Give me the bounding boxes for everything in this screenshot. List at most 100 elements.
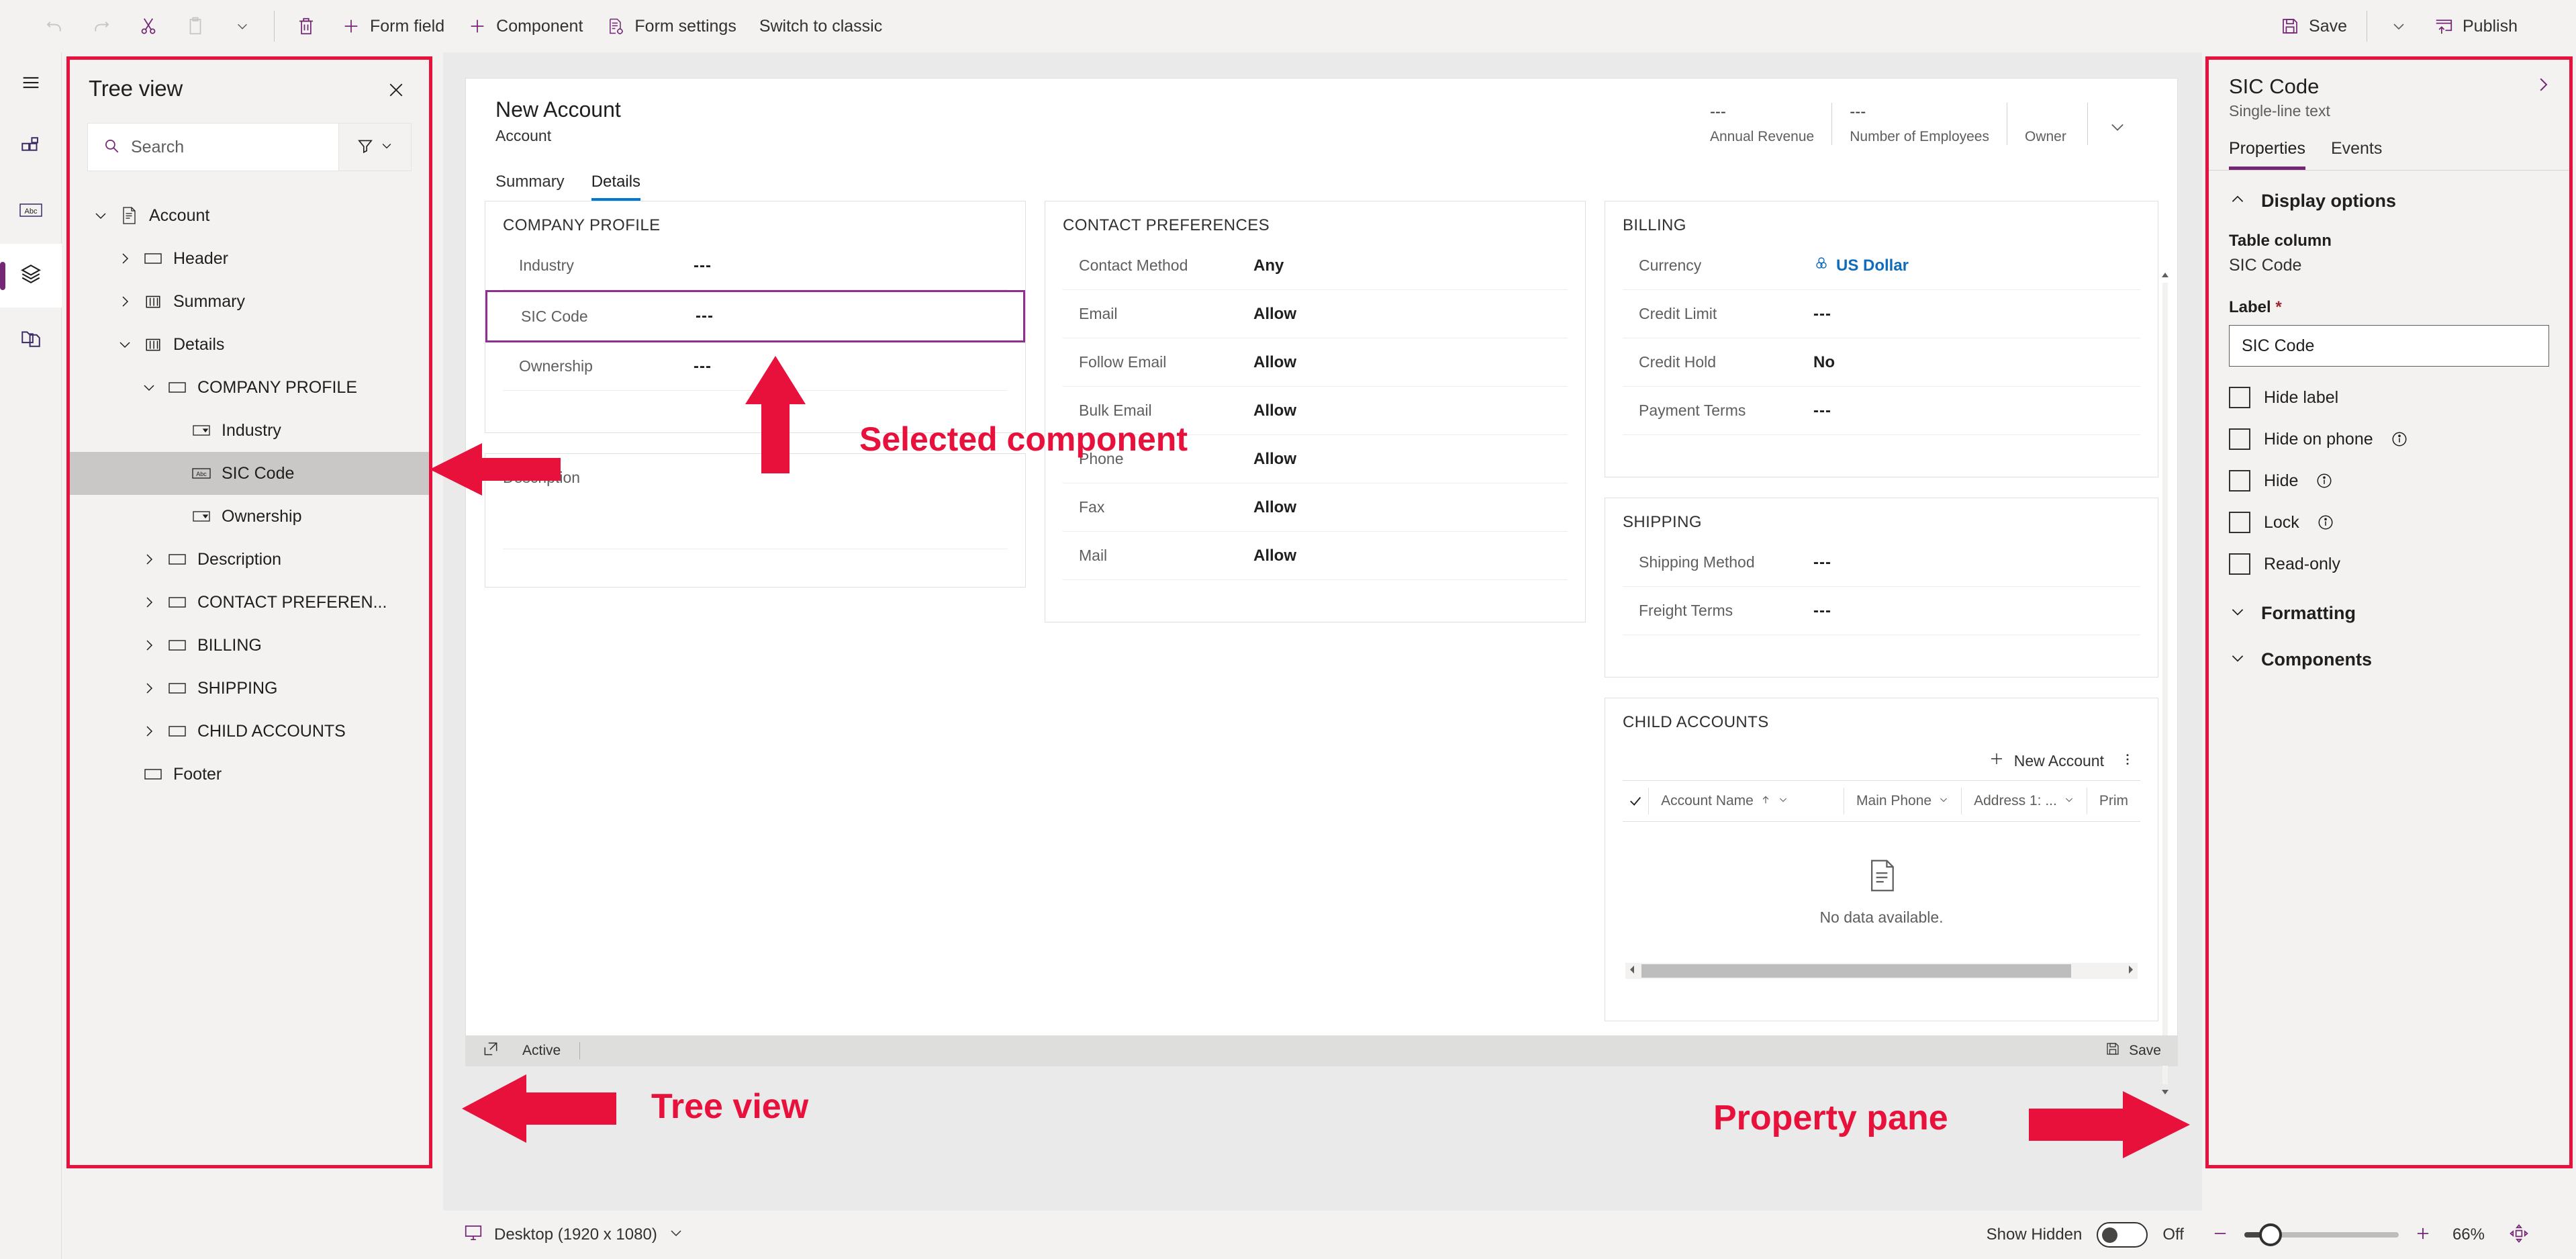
more-commands-icon[interactable] (2120, 752, 2135, 770)
field-row-contact-method[interactable]: Contact Method Any (1063, 242, 1568, 290)
scroll-track[interactable] (2162, 283, 2168, 1084)
subgrid-horizontal-scrollbar[interactable] (1625, 963, 2138, 979)
rail-item-table-columns[interactable]: Abc (0, 180, 62, 244)
search-box[interactable] (87, 123, 339, 171)
paste-options-button[interactable] (219, 7, 266, 46)
chevron-down-icon[interactable] (111, 336, 138, 353)
save-button[interactable]: Save (2269, 7, 2358, 46)
tree-item-shipping[interactable]: SHIPPING (70, 667, 429, 710)
field-row-currency[interactable]: Currency US Dollar (1623, 242, 2140, 290)
scroll-thumb[interactable] (1641, 964, 2071, 978)
open-record-icon[interactable] (482, 1040, 499, 1062)
field-row-industry[interactable]: Industry --- (503, 242, 1008, 290)
tab-events[interactable]: Events (2331, 139, 2382, 170)
field-row-shipping-method[interactable]: Shipping Method --- (1623, 539, 2140, 587)
section-display-options[interactable]: Display options (2209, 171, 2569, 218)
rail-item-components[interactable] (0, 116, 62, 180)
checkbox[interactable] (2229, 470, 2250, 492)
show-hidden-toggle[interactable] (2097, 1222, 2148, 1248)
header-field-annual-revenue[interactable]: --- Annual Revenue (1692, 103, 1833, 145)
field-row-freight-terms[interactable]: Freight Terms --- (1623, 587, 2140, 635)
chevron-right-icon[interactable] (136, 680, 162, 696)
tab-details[interactable]: Details (591, 173, 641, 201)
scroll-left-arrow-icon[interactable] (1628, 965, 1636, 978)
expand-pane-icon[interactable] (2533, 75, 2553, 98)
tree-item-child-accounts[interactable]: CHILD ACCOUNTS (70, 710, 429, 753)
form-vertical-scrollbar[interactable] (2158, 271, 2172, 1097)
chevron-right-icon[interactable] (136, 551, 162, 567)
label-input[interactable] (2229, 325, 2549, 367)
rail-item-pages[interactable] (0, 52, 62, 116)
scroll-up-arrow-icon[interactable] (2160, 271, 2170, 280)
column-header-main-phone[interactable]: Main Phone (1844, 788, 1962, 814)
checkbox[interactable] (2229, 553, 2250, 575)
chevron-down-icon[interactable] (136, 379, 162, 395)
tab-summary[interactable]: Summary (495, 173, 565, 201)
tree-item-footer[interactable]: Footer (70, 753, 429, 796)
header-field-owner[interactable]: Owner (2007, 103, 2088, 145)
tree-item-account[interactable]: Account (70, 194, 429, 237)
form-field-button[interactable]: Form field (330, 7, 456, 46)
field-row-mail[interactable]: Mail Allow (1063, 532, 1568, 580)
tree-item-details[interactable]: Details (70, 323, 429, 366)
info-icon[interactable] (2317, 514, 2334, 531)
save-options-button[interactable] (2375, 7, 2422, 46)
rail-item-related[interactable] (0, 308, 62, 371)
select-all-icon[interactable] (1623, 788, 1650, 814)
tab-properties[interactable]: Properties (2229, 139, 2305, 170)
field-row-email[interactable]: Email Allow (1063, 290, 1568, 338)
info-icon[interactable] (2391, 430, 2408, 448)
fit-to-screen-icon[interactable] (2509, 1223, 2529, 1247)
close-icon[interactable] (382, 76, 410, 104)
device-selector[interactable]: Desktop (1920 x 1080) (443, 1223, 684, 1248)
field-row-follow-email[interactable]: Follow Email Allow (1063, 338, 1568, 387)
tree-item-company-profile[interactable]: COMPANY PROFILE (70, 366, 429, 409)
column-header-address-1[interactable]: Address 1: ... (1962, 788, 2087, 814)
form-settings-button[interactable]: Form settings (594, 7, 747, 46)
component-button[interactable]: Component (456, 7, 594, 46)
chevron-right-icon[interactable] (136, 723, 162, 739)
info-icon[interactable] (2316, 472, 2333, 489)
tree-item-summary[interactable]: Summary (70, 280, 429, 323)
search-input[interactable] (131, 137, 338, 157)
section-formatting[interactable]: Formatting (2209, 575, 2569, 631)
redo-button[interactable] (78, 7, 125, 46)
checkbox-row-hide-on-phone[interactable]: Hide on phone (2229, 428, 2549, 450)
column-header-account-name[interactable]: Account Name (1649, 788, 1845, 814)
tree-item-description[interactable]: Description (70, 538, 429, 581)
checkbox-row-hide-label[interactable]: Hide label (2229, 387, 2549, 408)
chevron-right-icon[interactable] (136, 637, 162, 653)
tree-item-ownership[interactable]: Ownership (70, 495, 429, 538)
column-header-primary[interactable]: Prim (2087, 788, 2140, 814)
chevron-right-icon[interactable] (111, 250, 138, 267)
paste-button[interactable] (172, 7, 219, 46)
zoom-out-button[interactable] (2211, 1224, 2230, 1246)
zoom-slider[interactable] (2244, 1222, 2399, 1248)
header-field-number-of-employees[interactable]: --- Number of Employees (1832, 103, 2007, 145)
zoom-in-button[interactable] (2414, 1224, 2432, 1246)
form-save-button[interactable]: Save (2105, 1041, 2161, 1061)
chevron-right-icon[interactable] (111, 293, 138, 310)
delete-button[interactable] (283, 7, 330, 46)
checkbox-row-read-only[interactable]: Read-only (2229, 553, 2549, 575)
field-row-credit-hold[interactable]: Credit Hold No (1623, 338, 2140, 387)
field-row-credit-limit[interactable]: Credit Limit --- (1623, 290, 2140, 338)
chevron-down-icon[interactable] (87, 207, 114, 224)
checkbox-row-lock[interactable]: Lock (2229, 512, 2549, 533)
tree-item-billing[interactable]: BILLING (70, 624, 429, 667)
new-account-button[interactable]: New Account (1989, 751, 2104, 771)
tree-item-contact-preferen[interactable]: CONTACT PREFEREN... (70, 581, 429, 624)
switch-to-classic-button[interactable]: Switch to classic (748, 7, 894, 46)
undo-button[interactable] (31, 7, 78, 46)
scroll-right-arrow-icon[interactable] (2127, 965, 2135, 978)
checkbox-row-hide[interactable]: Hide (2229, 470, 2549, 492)
rail-item-tree-view[interactable] (0, 244, 62, 308)
field-row-sic-code[interactable]: SIC Code --- (485, 290, 1025, 342)
section-description[interactable]: Description (485, 453, 1026, 588)
filter-button[interactable] (339, 123, 412, 171)
publish-button[interactable]: Publish (2422, 7, 2529, 46)
tree-item-industry[interactable]: Industry (70, 409, 429, 452)
checkbox[interactable] (2229, 512, 2250, 533)
tree-item-header[interactable]: Header (70, 237, 429, 280)
header-expand-button[interactable] (2108, 118, 2127, 140)
